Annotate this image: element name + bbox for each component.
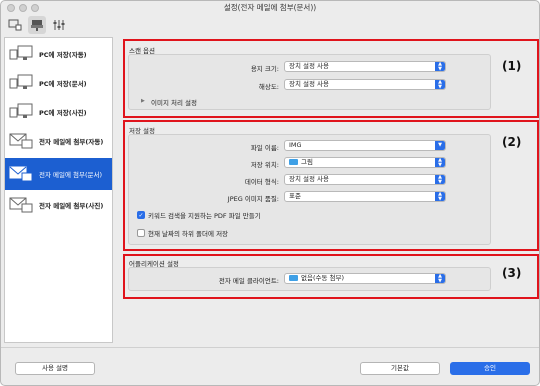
settings-pane: 스캔 옵션 용지 크기: 장치 설정 사용 ▲ ▼ 해상도: 장치 설정 사용 ▲… <box>119 37 539 343</box>
sidebar-item-attach-email-document[interactable]: 전자 메일에 첨부(문서) <box>5 158 112 190</box>
resolution-value: 장치 설정 사용 <box>289 80 330 88</box>
paper-size-select[interactable]: 장치 설정 사용 ▲ ▼ <box>284 61 446 72</box>
subfolder-label: 현재 날짜의 하위 폴더에 저장 <box>148 230 229 238</box>
checkbox-empty-icon <box>137 229 145 237</box>
file-name-value: IMG <box>289 141 302 149</box>
chevron-updown-icon: ▲ ▼ <box>435 80 445 89</box>
save-in-value: 그림 <box>301 158 313 166</box>
keyword-pdf-label: 키워드 검색을 지원하는 PDF 파일 만들기 <box>148 212 261 220</box>
folder-icon <box>289 159 298 165</box>
email-attach-icon <box>9 130 35 152</box>
chevron-down-icon: ▼ <box>435 141 445 150</box>
sidebar-item-save-to-pc-photo[interactable]: PC에 저장(사진) <box>5 98 112 126</box>
data-format-value: 장치 설정 사용 <box>289 175 330 183</box>
data-format-label: 데이터 형식: <box>244 178 279 186</box>
date-subfolder-checkbox[interactable]: 현재 날짜의 하위 폴더에 저장 <box>137 228 228 238</box>
file-name-label: 파일 이름: <box>250 144 279 152</box>
sidebar-item-save-to-pc-document[interactable]: PC에 저장(문서) <box>5 69 112 97</box>
general-settings-icon <box>53 20 65 30</box>
paper-size-label: 용지 크기: <box>250 65 279 73</box>
settings-window: 설정(전자 메일에 첨부(문서)) PC에 저장(자동) PC에 저장(문서) … <box>0 0 540 386</box>
jpeg-quality-label: JPEG 이미지 품질: <box>227 195 279 203</box>
tab-general-settings[interactable] <box>50 16 68 34</box>
save-to-pc-icon <box>9 101 35 123</box>
section-marker-1: (1) <box>502 59 522 73</box>
chevron-updown-icon: ▲ ▼ <box>435 274 445 283</box>
mail-client-value: 없음(수동 첨부) <box>301 274 345 282</box>
close-window-button[interactable] <box>7 4 15 12</box>
section-marker-3: (3) <box>502 266 522 280</box>
minimize-window-button[interactable] <box>19 4 27 12</box>
data-format-select[interactable]: 장치 설정 사용 ▲ ▼ <box>284 174 446 185</box>
disclosure-triangle-icon[interactable]: ▶ <box>141 98 145 104</box>
sidebar-item-attach-email-photo[interactable]: 전자 메일에 첨부(사진) <box>5 191 112 219</box>
chevron-updown-icon: ▲ ▼ <box>435 62 445 71</box>
scan-from-panel-icon <box>31 20 43 31</box>
resolution-select[interactable]: 장치 설정 사용 ▲ ▼ <box>284 79 446 90</box>
mail-client-select[interactable]: 없음(수동 첨부) ▲ ▼ <box>284 273 446 284</box>
email-attach-icon <box>9 163 35 185</box>
sidebar-item-label: PC에 저장(문서) <box>39 80 87 88</box>
keyword-pdf-checkbox[interactable]: ✓ 키워드 검색을 지원하는 PDF 파일 만들기 <box>137 210 261 220</box>
sidebar-item-label: 전자 메일에 첨부(자동) <box>39 138 104 146</box>
instructions-button[interactable]: 사용 설명 <box>15 362 95 375</box>
footer-divider <box>1 347 539 348</box>
mail-client-label: 전자 메일 클라이언트: <box>218 277 279 285</box>
section-marker-2: (2) <box>502 135 522 149</box>
sidebar-item-save-to-pc-auto[interactable]: PC에 저장(자동) <box>5 40 112 68</box>
chevron-updown-icon: ▲ ▼ <box>435 192 445 201</box>
save-in-select[interactable]: 그림 ▲ ▼ <box>284 157 446 168</box>
file-name-select[interactable]: IMG ▼ <box>284 140 446 151</box>
ok-button[interactable]: 승인 <box>450 362 530 375</box>
zoom-window-button[interactable] <box>31 4 39 12</box>
folder-icon <box>289 275 298 281</box>
sidebar-item-attach-email-auto[interactable]: 전자 메일에 첨부(자동) <box>5 127 112 155</box>
save-to-pc-icon <box>9 72 35 94</box>
sidebar-item-label: PC에 저장(자동) <box>39 51 87 59</box>
chevron-updown-icon: ▲ ▼ <box>435 158 445 167</box>
sidebar: PC에 저장(자동) PC에 저장(문서) PC에 저장(사진) 전자 메일에 … <box>4 37 113 343</box>
sidebar-item-label: 전자 메일에 첨부(사진) <box>39 202 104 210</box>
jpeg-quality-value: 표준 <box>289 192 301 200</box>
resolution-label: 해상도: <box>258 83 279 91</box>
email-attach-icon <box>9 194 35 216</box>
chevron-updown-icon: ▲ ▼ <box>435 175 445 184</box>
sidebar-item-label: 전자 메일에 첨부(문서) <box>39 171 103 179</box>
sidebar-item-label: PC에 저장(사진) <box>39 109 87 117</box>
checkmark-icon: ✓ <box>137 211 145 219</box>
window-title: 설정(전자 메일에 첨부(문서)) <box>223 3 317 12</box>
image-processing-label[interactable]: 이미지 처리 설정 <box>151 97 197 107</box>
save-in-label: 저장 위치: <box>250 161 279 169</box>
tab-scan-from-panel[interactable] <box>28 16 46 34</box>
save-to-pc-icon <box>9 43 35 65</box>
toolbar <box>1 15 539 35</box>
scan-options-panel: 용지 크기: 장치 설정 사용 ▲ ▼ 해상도: 장치 설정 사용 ▲ ▼ ▶ 이미… <box>128 54 491 110</box>
scan-from-computer-icon <box>8 19 22 31</box>
defaults-button[interactable]: 기본값 <box>360 362 440 375</box>
tab-scan-from-computer[interactable] <box>6 16 24 34</box>
paper-size-value: 장치 설정 사용 <box>289 62 330 70</box>
jpeg-quality-select[interactable]: 표준 ▲ ▼ <box>284 191 446 202</box>
save-settings-panel: 파일 이름: IMG ▼ 저장 위치: 그림 ▲ ▼ 데이터 형식: 장치 설정 … <box>128 134 491 245</box>
app-settings-panel: 전자 메일 클라이언트: 없음(수동 첨부) ▲ ▼ <box>128 267 491 291</box>
